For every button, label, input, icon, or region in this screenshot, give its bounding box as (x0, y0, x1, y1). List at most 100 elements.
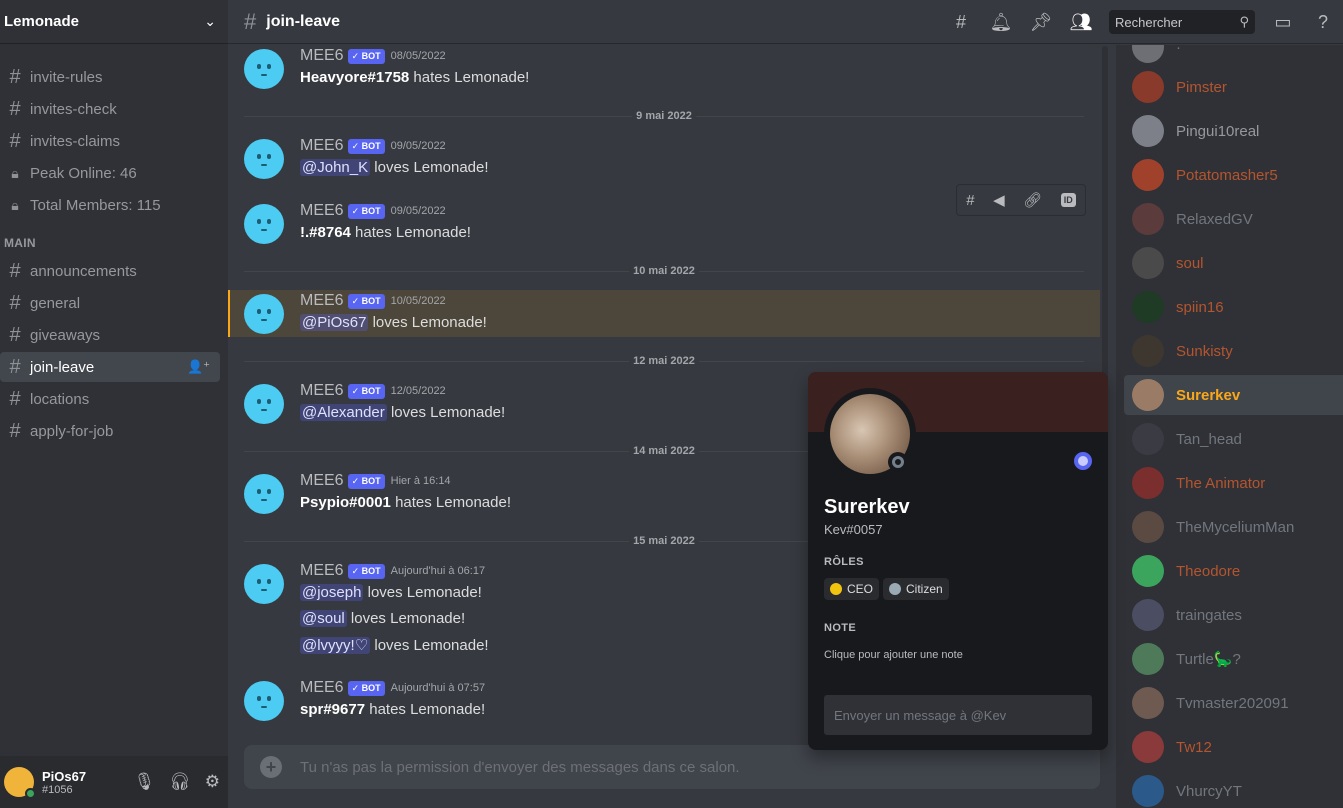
member-name: TheMyceliumMan (1176, 518, 1295, 536)
message-highlighted[interactable]: MEE6 ✓ BOT 10/05/2022 @PiOs67 loves Lemona… (228, 290, 1100, 337)
channel-header: # join-leave # 🔔︎ 📌︎ 👥︎ Rechercher ⚲ ▭ ? (228, 0, 1343, 44)
profile-badge-icon[interactable] (1074, 452, 1092, 470)
member-item[interactable]: Potatomasher5 (1124, 155, 1343, 195)
member-item[interactable]: TheMyceliumMan (1124, 507, 1343, 547)
bot-avatar[interactable] (244, 564, 284, 604)
settings-gear-icon[interactable]: ⚙ (205, 772, 220, 792)
member-item[interactable]: Tan_head (1124, 419, 1343, 459)
user-mention[interactable]: @joseph (300, 584, 364, 601)
category-main[interactable]: MAIN (0, 222, 228, 254)
server-header[interactable]: Lemonade ⌄ (0, 0, 228, 44)
create-thread-icon[interactable]: # (966, 192, 974, 209)
member-item[interactable]: traingates (1124, 595, 1343, 635)
member-item[interactable]: VhurcyYT (1124, 771, 1343, 808)
member-item[interactable]: Turtle🦕? (1124, 639, 1343, 679)
member-item[interactable]: · (1124, 45, 1343, 67)
channel-invites-check[interactable]: # invites-check (0, 94, 220, 124)
member-item[interactable]: spiin16 (1124, 287, 1343, 327)
channel-total-members[interactable]: 🔒︎ Total Members: 115 (0, 190, 220, 220)
role-pill[interactable]: Citizen (883, 578, 949, 600)
chevron-down-icon[interactable]: ⌄ (204, 13, 216, 30)
bell-icon[interactable]: 🔔︎ (989, 10, 1013, 34)
message-text: Heavyore#1758 hates Lemonade! (300, 69, 530, 86)
bot-avatar[interactable] (244, 139, 284, 179)
channel-label: join-leave (30, 358, 95, 376)
copy-id-icon[interactable]: ID (1060, 193, 1076, 207)
channel-apply-for-job[interactable]: # apply-for-job (0, 416, 220, 446)
member-item[interactable]: Sunkisty (1124, 331, 1343, 371)
bot-avatar[interactable] (244, 49, 284, 89)
message-composer[interactable]: + Tu n'as pas la permission d'envoyer de… (244, 745, 1100, 789)
bot-avatar[interactable] (244, 204, 284, 244)
author-name[interactable]: MEE6 (300, 47, 344, 65)
bot-avatar[interactable] (244, 384, 284, 424)
channel-invite-rules[interactable]: # invite-rules (0, 62, 220, 92)
channel-peak-online[interactable]: 🔒︎ Peak Online: 46 (0, 158, 220, 188)
hash-icon: # (9, 355, 21, 378)
member-item[interactable]: Theodore (1124, 551, 1343, 591)
avatar (1132, 687, 1164, 719)
author-name[interactable]: MEE6 (300, 562, 344, 580)
search-input[interactable]: Rechercher ⚲ (1109, 10, 1255, 34)
member-item[interactable]: Pingui10real (1124, 111, 1343, 151)
author-name[interactable]: MEE6 (300, 202, 344, 220)
timestamp: 08/05/2022 (390, 50, 446, 62)
role-pill[interactable]: CEO (824, 578, 880, 600)
author-name[interactable]: MEE6 (300, 292, 344, 310)
direct-message-input[interactable]: Envoyer un message à @Kev (824, 695, 1092, 735)
bot-avatar[interactable] (244, 681, 284, 721)
user-mention[interactable]: @Alexander (300, 404, 387, 421)
member-item[interactable]: soul (1124, 243, 1343, 283)
inbox-icon[interactable]: ▭ (1271, 10, 1295, 34)
copy-link-icon[interactable]: 🔗︎ (1023, 191, 1042, 209)
message[interactable]: MEE6 ✓ BOT 09/05/2022 @John_K loves Lemona… (228, 135, 1100, 185)
threads-icon[interactable]: # (949, 10, 973, 34)
user-mention[interactable]: @lvyyy!♡ (300, 637, 371, 654)
message[interactable]: MEE6 ✓ BOT 08/05/2022 Heavyore#1758 hates … (228, 45, 1100, 95)
note-heading: NOTE (824, 622, 857, 634)
hash-icon: # (9, 387, 21, 410)
add-member-icon[interactable]: 👤⁺ (187, 359, 210, 375)
username: spr#9677 (300, 701, 366, 718)
plus-icon[interactable]: + (260, 756, 282, 778)
members-list-icon[interactable]: 👥︎ (1069, 10, 1093, 34)
microphone-icon[interactable]: 🎙︎ (134, 772, 156, 792)
avatar[interactable] (4, 767, 36, 799)
channel-locations[interactable]: # locations (0, 384, 220, 414)
bot-avatar[interactable] (244, 474, 284, 514)
username: !.#8764 (300, 224, 351, 241)
channel-invites-claims[interactable]: # invites-claims (0, 126, 220, 156)
channel-general[interactable]: # general (0, 288, 220, 318)
channel-announcements[interactable]: # announcements (0, 256, 220, 286)
channel-giveaways[interactable]: # giveaways (0, 320, 220, 350)
member-item[interactable]: Tvmaster202091 (1124, 683, 1343, 723)
member-name: Pingui10real (1176, 122, 1260, 140)
author-name[interactable]: MEE6 (300, 679, 344, 697)
note-input[interactable]: Clique pour ajouter une note (824, 649, 963, 661)
pin-icon[interactable]: 📌︎ (1029, 10, 1053, 34)
username: Heavyore#1758 (300, 69, 410, 86)
author-name[interactable]: MEE6 (300, 137, 344, 155)
user-mention[interactable]: @soul (300, 610, 347, 627)
avatar (1132, 379, 1164, 411)
help-icon[interactable]: ? (1311, 10, 1335, 34)
member-item[interactable]: RelaxedGV (1124, 199, 1343, 239)
channel-label: invites-check (30, 100, 117, 118)
member-item[interactable]: Pimster (1124, 67, 1343, 107)
headphones-icon[interactable]: 🎧︎ (169, 772, 191, 792)
member-item[interactable]: Tw12 (1124, 727, 1343, 767)
user-mention[interactable]: @John_K (300, 159, 371, 176)
composer-placeholder: Tu n'as pas la permission d'envoyer des … (300, 758, 740, 776)
user-mention[interactable]: @PiOs67 (300, 314, 369, 331)
message-text: @joseph loves Lemonade! (300, 584, 482, 601)
channel-join-leave[interactable]: # join-leave 👤⁺ (0, 352, 220, 382)
bot-avatar[interactable] (244, 294, 284, 334)
member-item[interactable]: The Animator (1124, 463, 1343, 503)
lock-icon: 🔒︎ (11, 196, 19, 213)
author-name[interactable]: MEE6 (300, 382, 344, 400)
avatar (1132, 115, 1164, 147)
mark-unread-icon[interactable]: ◀ (993, 191, 1005, 209)
member-item[interactable]: Surerkev (1124, 375, 1343, 415)
avatar (1132, 555, 1164, 587)
author-name[interactable]: MEE6 (300, 472, 344, 490)
